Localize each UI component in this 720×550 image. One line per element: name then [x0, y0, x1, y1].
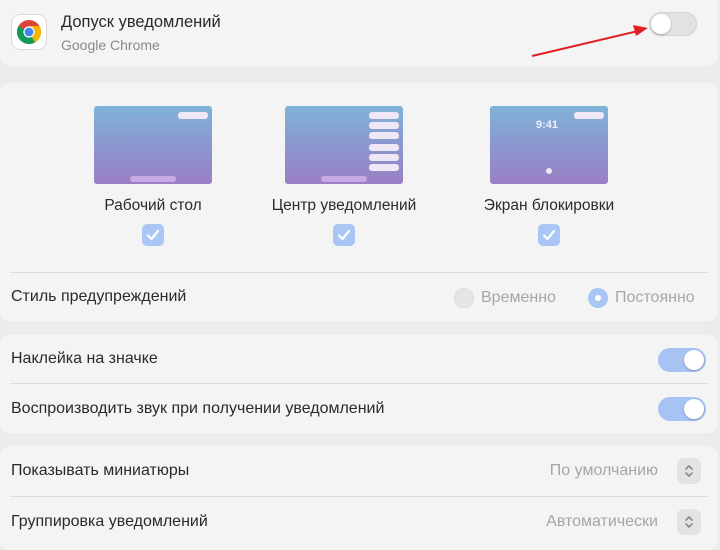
show-previews-stepper[interactable] [677, 458, 701, 484]
lock-screen-clock: 9:41 [536, 119, 559, 131]
sound-toggle[interactable] [658, 397, 706, 421]
notification-pill [369, 122, 399, 129]
notification-pill [369, 112, 399, 119]
badge-label: Наклейка на значке [11, 350, 158, 367]
preview-styles-card: Рабочий стол Центр уведомлений 9:41 Экра… [0, 83, 718, 321]
notification-center-label: Центр уведомлений [271, 197, 417, 214]
grouping-value[interactable]: Автоматически [458, 513, 658, 531]
chevron-up-down-icon [685, 516, 693, 528]
divider [10, 496, 708, 497]
grouping-label: Группировка уведомлений [11, 513, 208, 530]
lock-screen-checkbox[interactable] [538, 224, 560, 246]
chevron-up-down-icon [685, 465, 693, 477]
alert-style-persistent-radio[interactable] [588, 288, 608, 308]
desktop-label: Рабочий стол [104, 197, 202, 214]
checkmark-icon [542, 229, 556, 241]
notification-pill [369, 164, 399, 171]
sound-label: Воспроизводить звук при получении уведом… [11, 400, 385, 417]
notification-pill [369, 154, 399, 161]
notification-pill [178, 112, 208, 119]
notification-center-checkbox[interactable] [333, 224, 355, 246]
badge-sound-card: Наклейка на значке Воспроизводить звук п… [0, 335, 718, 433]
lock-screen-dot-icon [546, 168, 552, 174]
toggle-knob [684, 350, 704, 370]
alert-style-label: Стиль предупреждений [11, 288, 187, 305]
badge-toggle[interactable] [658, 348, 706, 372]
toggle-knob [684, 399, 704, 419]
desktop-checkbox[interactable] [142, 224, 164, 246]
notification-pill [574, 112, 604, 119]
alert-style-temporary-radio[interactable] [454, 288, 474, 308]
desktop-preview-thumbnail[interactable] [94, 106, 212, 184]
divider [10, 383, 708, 384]
alert-style-persistent-label[interactable]: Постоянно [615, 289, 695, 307]
notification-center-preview-thumbnail[interactable] [285, 106, 403, 184]
notification-pill [369, 144, 399, 151]
lock-screen-label: Экран блокировки [483, 197, 615, 214]
show-previews-label: Показывать миниатюры [11, 462, 190, 479]
checkmark-icon [337, 229, 351, 241]
dock-bar [321, 176, 367, 182]
previews-grouping-card: Показывать миниатюры По умолчанию Группи… [0, 446, 718, 550]
checkmark-icon [146, 229, 160, 241]
show-previews-value[interactable]: По умолчанию [458, 462, 658, 480]
divider [10, 272, 708, 273]
alert-style-temporary-label[interactable]: Временно [481, 289, 556, 307]
grouping-stepper[interactable] [677, 509, 701, 535]
lock-screen-preview-thumbnail[interactable]: 9:41 [490, 106, 608, 184]
dock-bar [130, 176, 176, 182]
notification-pill [369, 132, 399, 139]
